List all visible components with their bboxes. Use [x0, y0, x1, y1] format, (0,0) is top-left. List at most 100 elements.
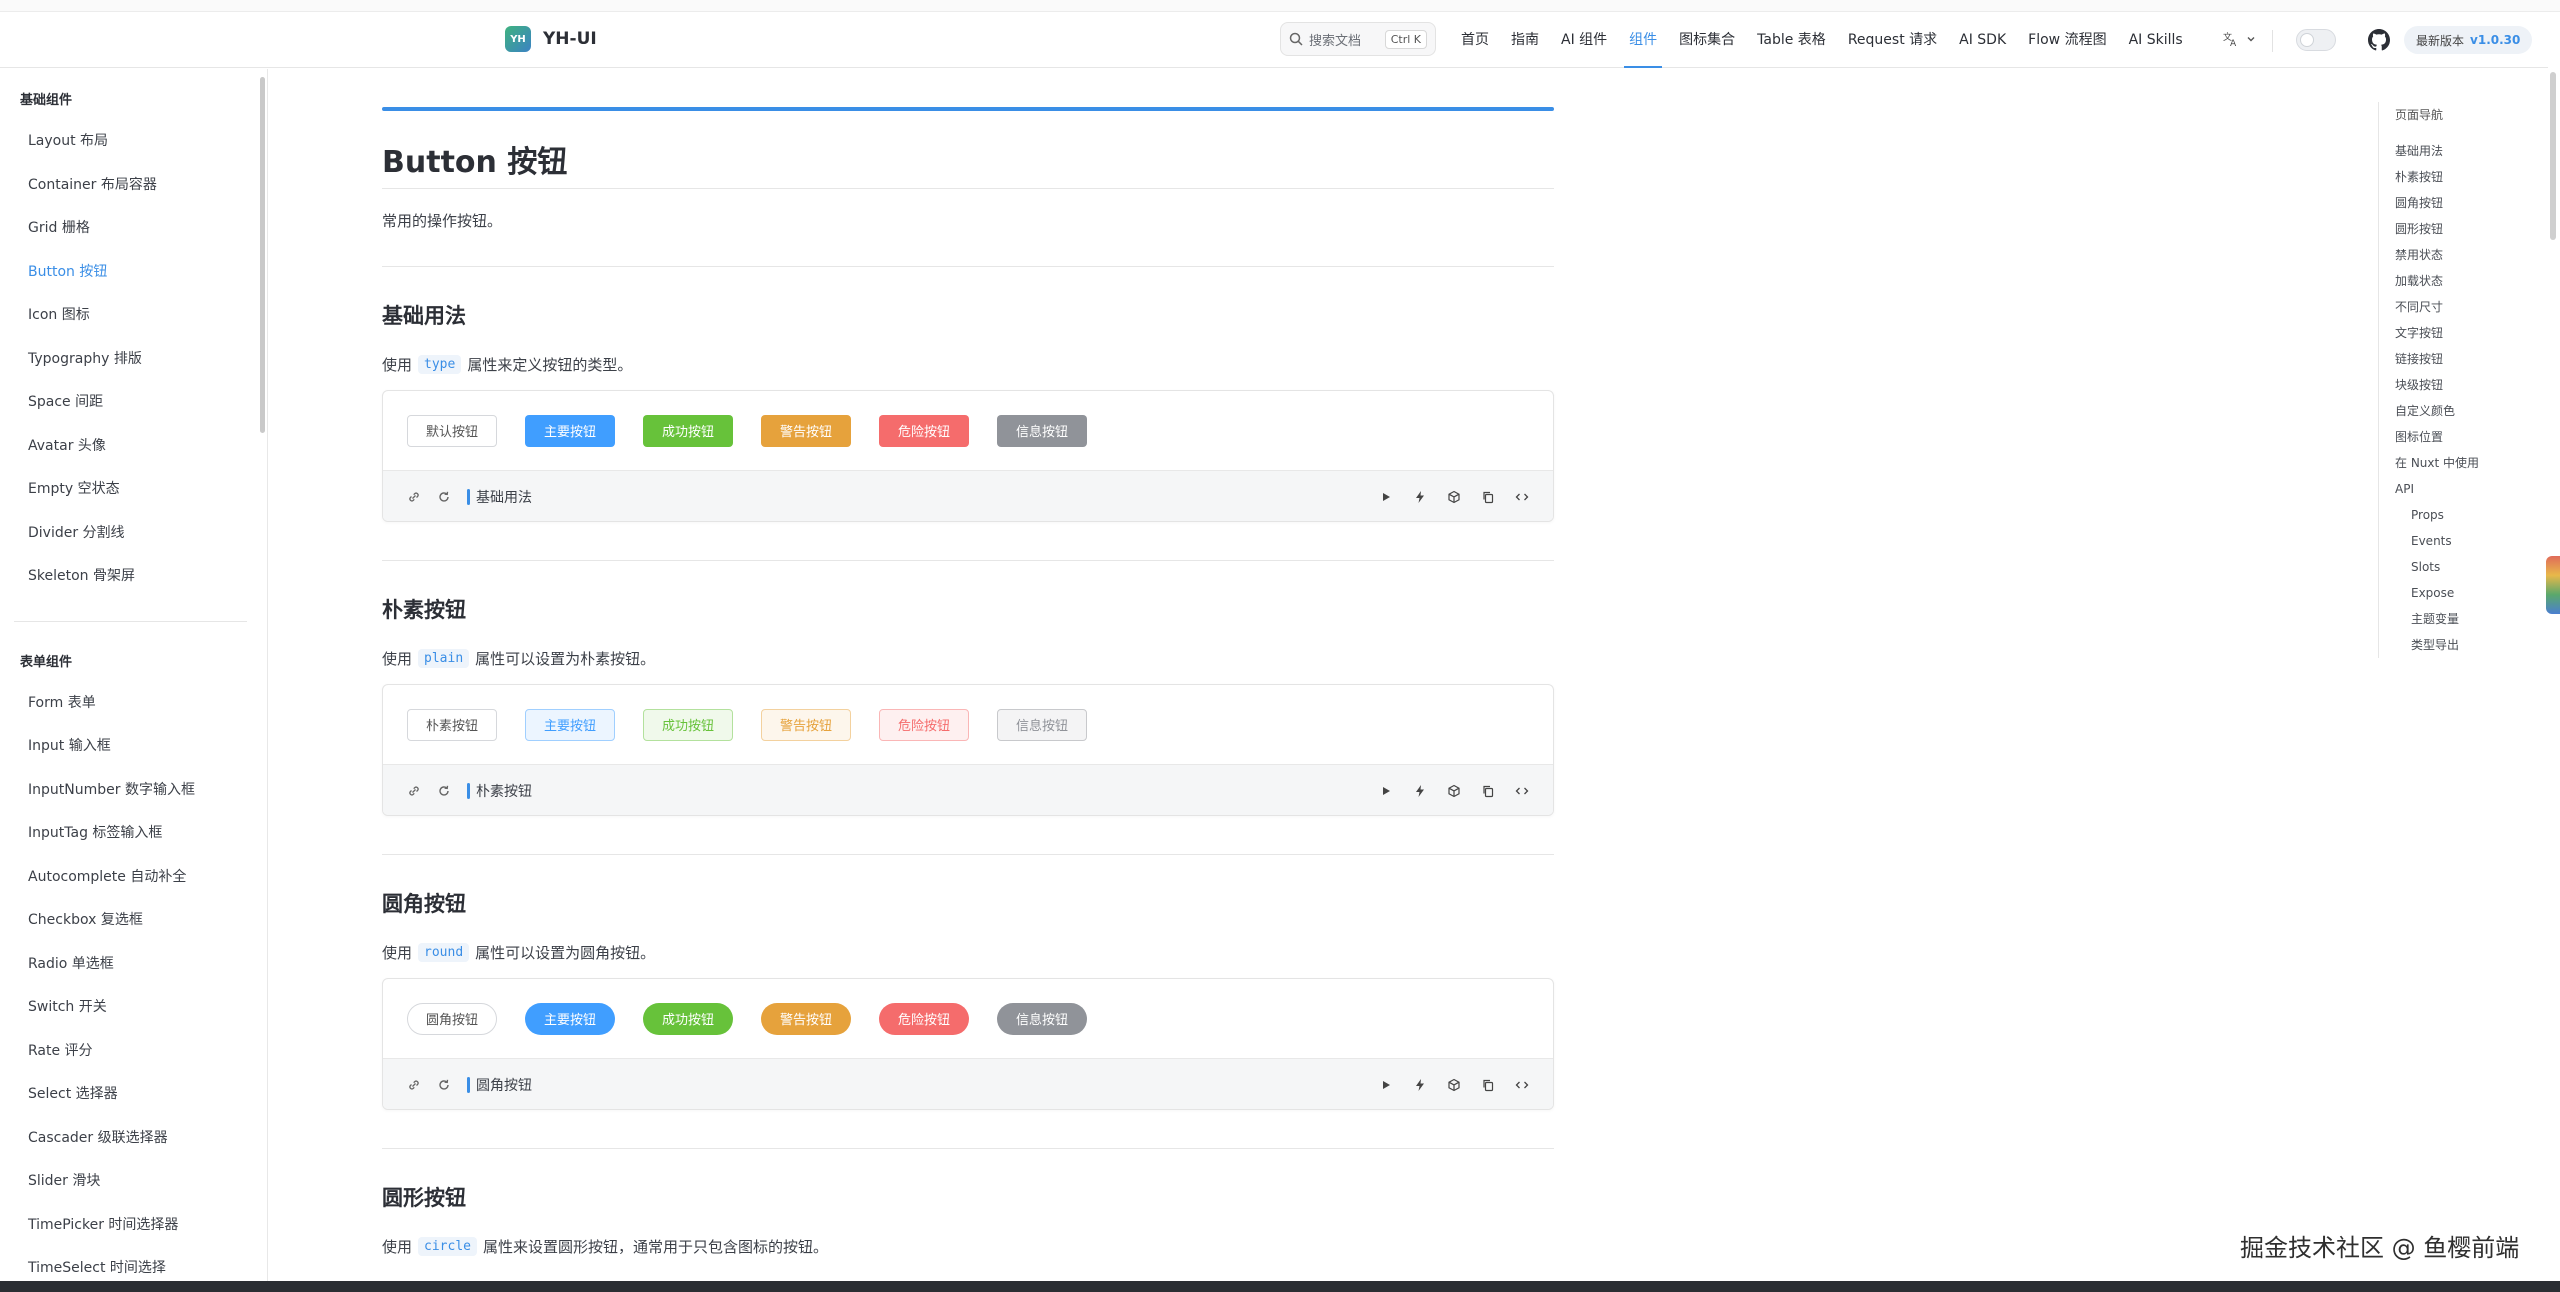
danger-button[interactable]: 危险按钮: [879, 708, 969, 741]
brand[interactable]: YH YH-UI: [505, 26, 597, 52]
nav-item-8[interactable]: Flow 流程图: [2017, 12, 2117, 68]
bolt-icon[interactable]: [1413, 490, 1427, 504]
nav-item-6[interactable]: Request 请求: [1837, 12, 1948, 68]
sidebar-item[interactable]: Typography 排版: [0, 338, 267, 382]
nav-item-4[interactable]: 图标集合: [1668, 12, 1746, 68]
bolt-icon[interactable]: [1413, 1078, 1427, 1092]
toc-item[interactable]: 在 Nuxt 中使用: [2395, 450, 2528, 476]
sidebar-item[interactable]: InputTag 标签输入框: [0, 812, 267, 856]
toc-item[interactable]: 自定义颜色: [2395, 398, 2528, 424]
sidebar-item[interactable]: Button 按钮: [0, 251, 267, 295]
sidebar-item[interactable]: Skeleton 骨架屏: [0, 555, 267, 599]
info-button[interactable]: 信息按钮: [997, 414, 1087, 447]
sidebar-item[interactable]: Radio 单选框: [0, 943, 267, 987]
sidebar-item[interactable]: Select 选择器: [0, 1073, 267, 1117]
sidebar-item[interactable]: Slider 滑块: [0, 1160, 267, 1204]
sidebar-item[interactable]: Avatar 头像: [0, 425, 267, 469]
toc-item[interactable]: 图标位置: [2395, 424, 2528, 450]
link-icon[interactable]: [407, 1078, 421, 1092]
primary-button[interactable]: 主要按钮: [525, 708, 615, 741]
code-icon[interactable]: [1515, 784, 1529, 798]
toc-item[interactable]: 基础用法: [2395, 138, 2528, 164]
danger-button[interactable]: 危险按钮: [879, 1002, 969, 1035]
default-button[interactable]: 圆角按钮: [407, 1002, 497, 1035]
language-switch[interactable]: 文A: [2222, 30, 2256, 48]
sidebar-scrollbar[interactable]: [260, 77, 265, 433]
nav-item-5[interactable]: Table 表格: [1746, 12, 1837, 68]
sidebar-item[interactable]: TimeSelect 时间选择: [0, 1247, 267, 1281]
toc-item[interactable]: Events: [2395, 528, 2528, 554]
sidebar-item[interactable]: Layout 布局: [0, 120, 267, 164]
sidebar-item[interactable]: Empty 空状态: [0, 468, 267, 512]
play-icon[interactable]: [1379, 1078, 1393, 1092]
nav-item-2[interactable]: AI 组件: [1550, 12, 1618, 68]
refresh-icon[interactable]: [437, 1078, 451, 1092]
code-icon[interactable]: [1515, 1078, 1529, 1092]
floating-side-widget[interactable]: [2546, 556, 2560, 614]
toc-item[interactable]: 朴素按钮: [2395, 164, 2528, 190]
cube-icon[interactable]: [1447, 784, 1461, 798]
link-icon[interactable]: [407, 784, 421, 798]
sidebar-item[interactable]: Checkbox 复选框: [0, 899, 267, 943]
primary-button[interactable]: 主要按钮: [525, 1002, 615, 1035]
refresh-icon[interactable]: [437, 784, 451, 798]
theme-toggle[interactable]: [2296, 29, 2336, 51]
warning-button[interactable]: 警告按钮: [761, 708, 851, 741]
toc-item[interactable]: 主题变量: [2395, 606, 2528, 632]
link-icon[interactable]: [407, 490, 421, 504]
copy-icon[interactable]: [1481, 1078, 1495, 1092]
toc-item[interactable]: 加载状态: [2395, 268, 2528, 294]
refresh-icon[interactable]: [437, 490, 451, 504]
sidebar-item[interactable]: Grid 栅格: [0, 207, 267, 251]
copy-icon[interactable]: [1481, 784, 1495, 798]
toc-item[interactable]: Props: [2395, 502, 2528, 528]
nav-item-0[interactable]: 首页: [1450, 12, 1500, 68]
info-button[interactable]: 信息按钮: [997, 1002, 1087, 1035]
play-icon[interactable]: [1379, 490, 1393, 504]
toc-item[interactable]: 圆形按钮: [2395, 216, 2528, 242]
success-button[interactable]: 成功按钮: [643, 414, 733, 447]
sidebar-item[interactable]: Form 表单: [0, 682, 267, 726]
toc-item[interactable]: 链接按钮: [2395, 346, 2528, 372]
toc-item[interactable]: 禁用状态: [2395, 242, 2528, 268]
version-badge[interactable]: 最新版本 v1.0.30: [2404, 26, 2533, 54]
page-scrollbar[interactable]: [2550, 72, 2556, 240]
warning-button[interactable]: 警告按钮: [761, 414, 851, 447]
sidebar-item[interactable]: Rate 评分: [0, 1030, 267, 1074]
sidebar-item[interactable]: Cascader 级联选择器: [0, 1117, 267, 1161]
bolt-icon[interactable]: [1413, 784, 1427, 798]
sidebar-item[interactable]: InputNumber 数字输入框: [0, 769, 267, 813]
success-button[interactable]: 成功按钮: [643, 1002, 733, 1035]
toc-item[interactable]: 圆角按钮: [2395, 190, 2528, 216]
primary-button[interactable]: 主要按钮: [525, 414, 615, 447]
toc-item[interactable]: API: [2395, 476, 2528, 502]
sidebar-item[interactable]: Input 输入框: [0, 725, 267, 769]
danger-button[interactable]: 危险按钮: [879, 414, 969, 447]
sidebar-item[interactable]: Autocomplete 自动补全: [0, 856, 267, 900]
warning-button[interactable]: 警告按钮: [761, 1002, 851, 1035]
info-button[interactable]: 信息按钮: [997, 708, 1087, 741]
cube-icon[interactable]: [1447, 1078, 1461, 1092]
sidebar-item[interactable]: TimePicker 时间选择器: [0, 1204, 267, 1248]
nav-item-3[interactable]: 组件: [1618, 12, 1668, 68]
default-button[interactable]: 默认按钮: [407, 414, 497, 447]
sidebar-item[interactable]: Switch 开关: [0, 986, 267, 1030]
github-icon[interactable]: [2368, 29, 2390, 51]
search-box[interactable]: 搜索文档 Ctrl K: [1280, 22, 1436, 56]
toc-item[interactable]: 类型导出: [2395, 632, 2528, 658]
toc-item[interactable]: Slots: [2395, 554, 2528, 580]
play-icon[interactable]: [1379, 784, 1393, 798]
sidebar-item[interactable]: Space 间距: [0, 381, 267, 425]
success-button[interactable]: 成功按钮: [643, 708, 733, 741]
sidebar-item[interactable]: Divider 分割线: [0, 512, 267, 556]
sidebar-item[interactable]: Container 布局容器: [0, 164, 267, 208]
toc-item[interactable]: Expose: [2395, 580, 2528, 606]
default-button[interactable]: 朴素按钮: [407, 708, 497, 741]
nav-item-7[interactable]: AI SDK: [1948, 12, 2017, 68]
sidebar-item[interactable]: Icon 图标: [0, 294, 267, 338]
cube-icon[interactable]: [1447, 490, 1461, 504]
copy-icon[interactable]: [1481, 490, 1495, 504]
nav-item-9[interactable]: AI Skills: [2118, 12, 2194, 68]
nav-item-1[interactable]: 指南: [1500, 12, 1550, 68]
toc-item[interactable]: 不同尺寸: [2395, 294, 2528, 320]
